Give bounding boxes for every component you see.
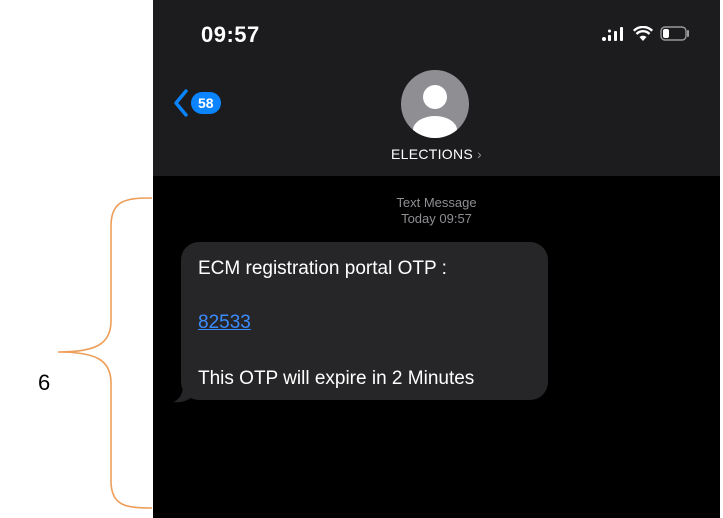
message-type: Text Message — [396, 195, 477, 210]
chevron-left-icon — [174, 89, 188, 117]
status-icons — [602, 26, 690, 41]
message-meta: Text Message Today 09:57 — [153, 195, 720, 227]
phone-screen: 09:57 58 ELECTIONS › Text Message Today … — [153, 0, 720, 518]
message-line-3: This OTP will expire in 2 Minutes — [198, 368, 475, 389]
chevron-right-icon: › — [477, 146, 483, 162]
person-icon — [413, 85, 457, 138]
status-time: 09:57 — [201, 22, 260, 47]
message-bubble[interactable]: ECM registration portal OTP : 82533 This… — [181, 242, 548, 400]
unread-count-badge: 58 — [191, 92, 221, 114]
annotation-bracket — [57, 197, 153, 509]
conversation-header: 09:57 58 ELECTIONS › — [153, 0, 720, 176]
otp-link[interactable]: 82533 — [198, 312, 251, 334]
message-timestamp: Today 09:57 — [401, 211, 472, 226]
battery-icon — [660, 26, 689, 41]
back-button[interactable]: 58 — [173, 88, 221, 118]
contact-name: ELECTIONS — [390, 146, 474, 162]
annotation-number: 6 — [38, 370, 51, 395]
wifi-icon — [633, 26, 653, 41]
contact-name-button[interactable]: ELECTIONS › — [153, 146, 720, 162]
message-line-1: ECM registration portal OTP : — [198, 258, 447, 279]
contact-avatar[interactable] — [401, 70, 469, 138]
signal-icon — [602, 26, 623, 41]
